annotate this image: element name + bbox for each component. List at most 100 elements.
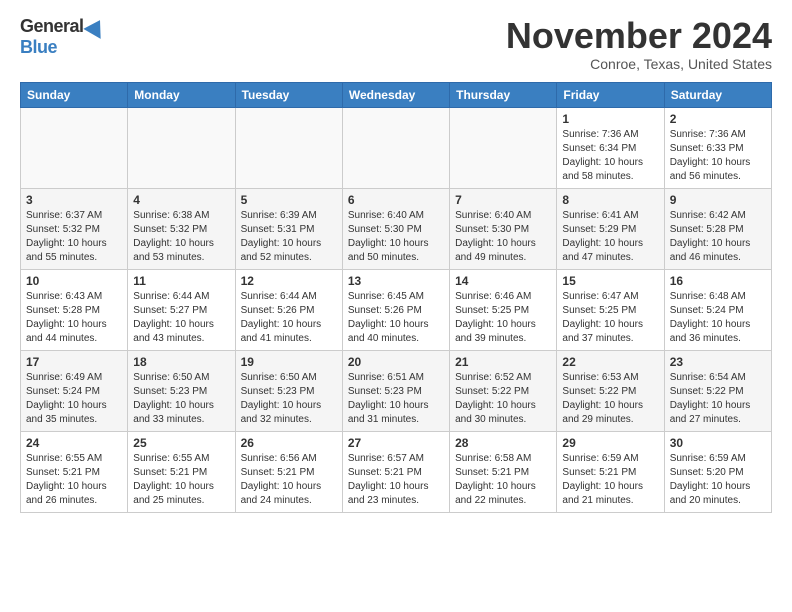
calendar-day-cell: 21 Sunrise: 6:52 AM Sunset: 5:22 PM Dayli… [450, 350, 557, 431]
calendar-day-header: Thursday [450, 82, 557, 107]
day-number: 26 [241, 436, 337, 450]
day-info: Sunrise: 6:37 AM Sunset: 5:32 PM Dayligh… [26, 209, 122, 265]
calendar-day-cell: 18 Sunrise: 6:50 AM Sunset: 5:23 PM Dayli… [128, 350, 235, 431]
calendar-day-cell: 4 Sunrise: 6:38 AM Sunset: 5:32 PM Daylig… [128, 188, 235, 269]
day-info: Sunrise: 6:59 AM Sunset: 5:20 PM Dayligh… [670, 452, 766, 508]
day-info: Sunrise: 6:54 AM Sunset: 5:22 PM Dayligh… [670, 371, 766, 427]
calendar-day-cell: 11Sunrise: 6:44 AM Sunset: 5:27 PM Dayli… [128, 269, 235, 350]
calendar-header-row: SundayMondayTuesdayWednesdayThursdayFrid… [21, 82, 772, 107]
day-info: Sunrise: 6:41 AM Sunset: 5:29 PM Dayligh… [562, 209, 658, 265]
calendar-day-cell: 14Sunrise: 6:46 AM Sunset: 5:25 PM Dayli… [450, 269, 557, 350]
day-number: 4 [133, 193, 229, 207]
logo: General Blue [20, 16, 106, 58]
day-number: 20 [348, 355, 444, 369]
calendar-week-row: 24 Sunrise: 6:55 AM Sunset: 5:21 PM Dayli… [21, 431, 772, 512]
calendar-day-cell: 27Sunrise: 6:57 AM Sunset: 5:21 PM Dayli… [342, 431, 449, 512]
calendar-week-row: 17 Sunrise: 6:49 AM Sunset: 5:24 PM Dayli… [21, 350, 772, 431]
calendar-day-header: Friday [557, 82, 664, 107]
calendar-day-cell [128, 107, 235, 188]
calendar-week-row: 10 Sunrise: 6:43 AM Sunset: 5:28 PM Dayli… [21, 269, 772, 350]
main-title: November 2024 [506, 16, 772, 56]
day-number: 6 [348, 193, 444, 207]
day-number: 3 [26, 193, 122, 207]
calendar-day-cell: 6 Sunrise: 6:40 AM Sunset: 5:30 PM Daylig… [342, 188, 449, 269]
calendar-day-cell: 1 Sunrise: 7:36 AM Sunset: 6:34 PM Daylig… [557, 107, 664, 188]
day-info: Sunrise: 6:43 AM Sunset: 5:28 PM Dayligh… [26, 290, 122, 346]
calendar-day-cell: 10 Sunrise: 6:43 AM Sunset: 5:28 PM Dayli… [21, 269, 128, 350]
calendar-day-cell: 8 Sunrise: 6:41 AM Sunset: 5:29 PM Daylig… [557, 188, 664, 269]
day-info: Sunrise: 6:57 AM Sunset: 5:21 PM Dayligh… [348, 452, 444, 508]
day-number: 18 [133, 355, 229, 369]
calendar-day-cell: 17 Sunrise: 6:49 AM Sunset: 5:24 PM Dayli… [21, 350, 128, 431]
day-info: Sunrise: 6:39 AM Sunset: 5:31 PM Dayligh… [241, 209, 337, 265]
day-number: 21 [455, 355, 551, 369]
day-info: Sunrise: 6:51 AM Sunset: 5:23 PM Dayligh… [348, 371, 444, 427]
day-info: Sunrise: 6:42 AM Sunset: 5:28 PM Dayligh… [670, 209, 766, 265]
day-info: Sunrise: 6:44 AM Sunset: 5:27 PM Dayligh… [133, 290, 229, 346]
calendar-day-cell: 9Sunrise: 6:42 AM Sunset: 5:28 PM Daylig… [664, 188, 771, 269]
calendar-day-cell: 22Sunrise: 6:53 AM Sunset: 5:22 PM Dayli… [557, 350, 664, 431]
calendar-day-header: Tuesday [235, 82, 342, 107]
calendar-day-cell: 25 Sunrise: 6:55 AM Sunset: 5:21 PM Dayli… [128, 431, 235, 512]
day-number: 16 [670, 274, 766, 288]
day-number: 7 [455, 193, 551, 207]
day-info: Sunrise: 6:55 AM Sunset: 5:21 PM Dayligh… [133, 452, 229, 508]
day-info: Sunrise: 6:47 AM Sunset: 5:25 PM Dayligh… [562, 290, 658, 346]
day-number: 10 [26, 274, 122, 288]
day-info: Sunrise: 6:44 AM Sunset: 5:26 PM Dayligh… [241, 290, 337, 346]
day-info: Sunrise: 6:55 AM Sunset: 5:21 PM Dayligh… [26, 452, 122, 508]
day-info: Sunrise: 6:45 AM Sunset: 5:26 PM Dayligh… [348, 290, 444, 346]
calendar-day-cell: 3 Sunrise: 6:37 AM Sunset: 5:32 PM Daylig… [21, 188, 128, 269]
day-number: 29 [562, 436, 658, 450]
day-info: Sunrise: 6:46 AM Sunset: 5:25 PM Dayligh… [455, 290, 551, 346]
day-number: 25 [133, 436, 229, 450]
logo-general-text: General [20, 16, 84, 37]
day-info: Sunrise: 6:38 AM Sunset: 5:32 PM Dayligh… [133, 209, 229, 265]
header: General Blue November 2024 Conroe, Texas… [20, 16, 772, 72]
day-info: Sunrise: 7:36 AM Sunset: 6:34 PM Dayligh… [562, 128, 658, 184]
sub-title: Conroe, Texas, United States [506, 56, 772, 72]
calendar-day-cell: 5 Sunrise: 6:39 AM Sunset: 5:31 PM Daylig… [235, 188, 342, 269]
day-number: 17 [26, 355, 122, 369]
day-number: 30 [670, 436, 766, 450]
day-info: Sunrise: 6:40 AM Sunset: 5:30 PM Dayligh… [455, 209, 551, 265]
calendar-day-cell: 20 Sunrise: 6:51 AM Sunset: 5:23 PM Dayli… [342, 350, 449, 431]
calendar-day-header: Wednesday [342, 82, 449, 107]
day-info: Sunrise: 6:40 AM Sunset: 5:30 PM Dayligh… [348, 209, 444, 265]
calendar-day-cell [450, 107, 557, 188]
day-number: 28 [455, 436, 551, 450]
calendar-day-cell: 2Sunrise: 7:36 AM Sunset: 6:33 PM Daylig… [664, 107, 771, 188]
day-info: Sunrise: 6:59 AM Sunset: 5:21 PM Dayligh… [562, 452, 658, 508]
day-info: Sunrise: 6:50 AM Sunset: 5:23 PM Dayligh… [133, 371, 229, 427]
calendar-week-row: 3 Sunrise: 6:37 AM Sunset: 5:32 PM Daylig… [21, 188, 772, 269]
day-number: 23 [670, 355, 766, 369]
day-info: Sunrise: 6:50 AM Sunset: 5:23 PM Dayligh… [241, 371, 337, 427]
calendar-day-cell [342, 107, 449, 188]
calendar-day-cell: 28 Sunrise: 6:58 AM Sunset: 5:21 PM Dayli… [450, 431, 557, 512]
day-number: 15 [562, 274, 658, 288]
calendar-day-cell: 15 Sunrise: 6:47 AM Sunset: 5:25 PM Dayli… [557, 269, 664, 350]
title-block: November 2024 Conroe, Texas, United Stat… [506, 16, 772, 72]
day-number: 22 [562, 355, 658, 369]
day-number: 8 [562, 193, 658, 207]
day-number: 24 [26, 436, 122, 450]
calendar-day-cell: 24 Sunrise: 6:55 AM Sunset: 5:21 PM Dayli… [21, 431, 128, 512]
calendar-day-header: Saturday [664, 82, 771, 107]
calendar-week-row: 1 Sunrise: 7:36 AM Sunset: 6:34 PM Daylig… [21, 107, 772, 188]
calendar-day-header: Monday [128, 82, 235, 107]
day-info: Sunrise: 6:58 AM Sunset: 5:21 PM Dayligh… [455, 452, 551, 508]
calendar-day-cell: 29 Sunrise: 6:59 AM Sunset: 5:21 PM Dayli… [557, 431, 664, 512]
logo-triangle-icon [83, 15, 108, 39]
calendar-day-cell: 7 Sunrise: 6:40 AM Sunset: 5:30 PM Daylig… [450, 188, 557, 269]
calendar-day-cell: 26Sunrise: 6:56 AM Sunset: 5:21 PM Dayli… [235, 431, 342, 512]
day-info: Sunrise: 7:36 AM Sunset: 6:33 PM Dayligh… [670, 128, 766, 184]
calendar-day-header: Sunday [21, 82, 128, 107]
calendar-day-cell: 16Sunrise: 6:48 AM Sunset: 5:24 PM Dayli… [664, 269, 771, 350]
day-number: 1 [562, 112, 658, 126]
day-number: 19 [241, 355, 337, 369]
day-info: Sunrise: 6:52 AM Sunset: 5:22 PM Dayligh… [455, 371, 551, 427]
calendar-day-cell: 23 Sunrise: 6:54 AM Sunset: 5:22 PM Dayli… [664, 350, 771, 431]
day-info: Sunrise: 6:49 AM Sunset: 5:24 PM Dayligh… [26, 371, 122, 427]
day-number: 5 [241, 193, 337, 207]
calendar-day-cell [21, 107, 128, 188]
